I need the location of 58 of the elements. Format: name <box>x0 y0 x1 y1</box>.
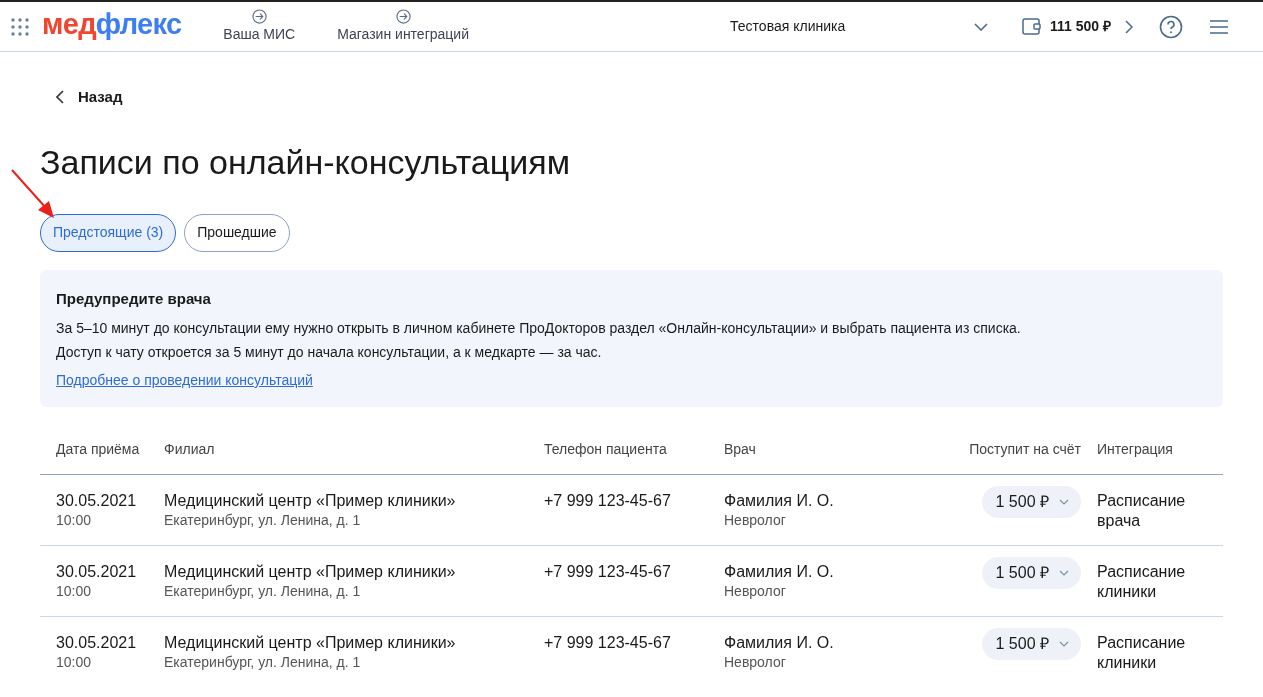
cell-subtext: 10:00 <box>56 653 92 671</box>
cell-subtext: 10:00 <box>56 582 92 600</box>
help-icon[interactable] <box>1159 14 1183 39</box>
cell-subtext: Невролог <box>724 582 786 600</box>
cell-subtext: Екатеринбург, ул. Ленина, д. 1 <box>164 653 361 671</box>
column-header: Филиал <box>164 441 215 457</box>
wallet-icon <box>1022 18 1043 35</box>
cell-text: 30.05.2021 <box>56 491 137 511</box>
cell-text: 30.05.2021 <box>56 562 137 582</box>
back-link[interactable]: Назад <box>56 86 123 109</box>
cell-subtext: Невролог <box>724 511 786 529</box>
cell-text: Медицинский центр «Пример клиники» <box>164 491 456 511</box>
details-link[interactable]: Подробнее о проведении консультаций <box>56 370 313 391</box>
notice-text: За 5–10 минут до консультации ему нужно открыть в личном кабинете ПроДокторов раздел «Онлайн-консультации» и выбрать пациента из списка. <box>56 319 1021 338</box>
cell-text: Фамилия И. О. <box>724 562 834 582</box>
cell-text: 30.05.2021 <box>56 633 137 653</box>
balance-button[interactable]: 111 500 ₽ <box>1022 16 1133 37</box>
menu-icon[interactable] <box>1209 18 1229 35</box>
amount-select[interactable]: 1 500 ₽ <box>981 486 1081 518</box>
notice-text: Доступ к чату откроется за 5 минут до начала консультации, а к медкарте — за час. <box>56 343 602 362</box>
chevron-down-icon <box>1059 570 1069 576</box>
column-header: Интеграция <box>1097 441 1173 457</box>
cell-subtext: 10:00 <box>56 511 92 529</box>
chevron-right-icon <box>1125 19 1133 34</box>
tab[interactable]: Прошедшие <box>184 213 290 252</box>
cell-text: Фамилия И. О. <box>724 491 834 511</box>
column-header: Поступит на счёт <box>969 441 1081 457</box>
amount-select[interactable]: 1 500 ₽ <box>981 628 1081 660</box>
chevron-down-icon <box>974 22 989 31</box>
cell-text: Фамилия И. О. <box>724 633 834 653</box>
apps-grid-icon[interactable] <box>10 16 30 37</box>
enter-icon <box>395 9 411 25</box>
amount-select[interactable]: 1 500 ₽ <box>981 557 1081 589</box>
chevron-down-icon <box>1059 499 1069 505</box>
cell-subtext: Невролог <box>724 653 786 671</box>
column-header: Телефон пациента <box>544 441 667 457</box>
cell-subtext: Екатеринбург, ул. Ленина, д. 1 <box>164 511 361 529</box>
column-header: Дата приёма <box>56 441 140 457</box>
cell-text: +7 999 123-45-67 <box>544 491 671 511</box>
cell-text: Медицинский центр «Пример клиники» <box>164 562 456 582</box>
notice-title: Предупредите врача <box>56 288 211 309</box>
nav-link[interactable]: Ваша МИС <box>223 9 296 44</box>
chevron-down-icon <box>1059 641 1069 647</box>
clinic-select[interactable]: Тестовая клиника <box>730 16 989 37</box>
cell-text: Расписание клиники <box>1097 633 1187 673</box>
column-header: Врач <box>724 441 756 457</box>
logo[interactable]: медфлекс <box>42 10 182 39</box>
cell-subtext: Екатеринбург, ул. Ленина, д. 1 <box>164 582 361 600</box>
tab[interactable]: Предстоящие (3) <box>40 213 177 252</box>
nav-link[interactable]: Магазин интеграций <box>337 9 469 44</box>
cell-text: +7 999 123-45-67 <box>544 633 671 653</box>
cell-text: Медицинский центр «Пример клиники» <box>164 633 456 653</box>
cell-text: +7 999 123-45-67 <box>544 562 671 582</box>
enter-icon <box>251 9 267 25</box>
page-title: Записи по онлайн-консультациям <box>40 144 571 179</box>
chevron-left-icon <box>56 90 64 105</box>
cell-text: Расписание клиники <box>1097 562 1187 602</box>
cell-text: Расписание врача <box>1097 491 1187 531</box>
